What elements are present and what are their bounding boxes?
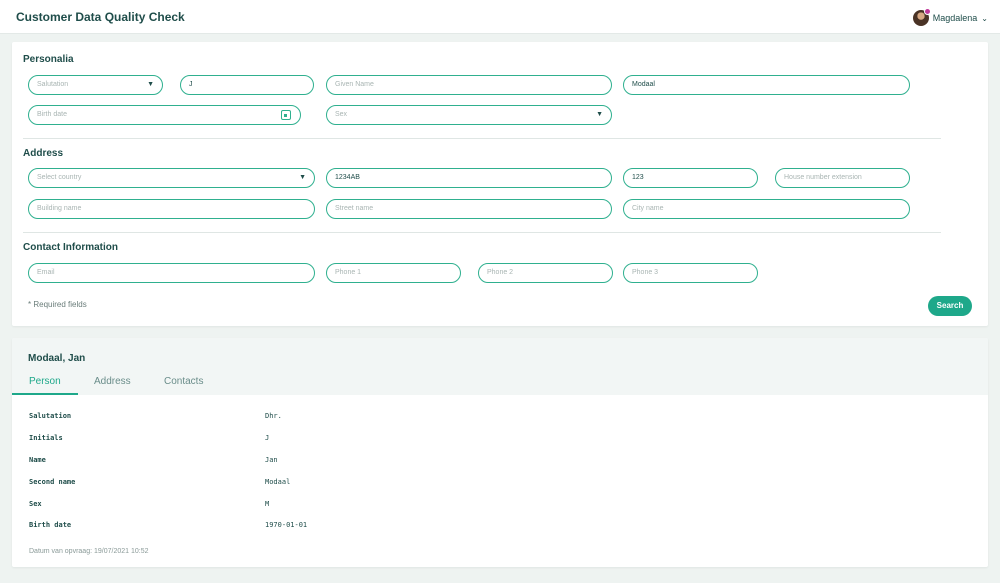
phone-2-field[interactable]: Phone 2 (478, 263, 613, 283)
house-number-extension-placeholder: House number extension (784, 174, 862, 181)
detail-label: Sex (29, 500, 42, 508)
phone-1-placeholder: Phone 1 (335, 269, 362, 276)
postcode-field[interactable]: 1234AB (326, 168, 612, 188)
phone-3-placeholder: Phone 3 (632, 269, 659, 276)
building-name-field[interactable]: Building name (28, 199, 315, 219)
detail-row-second-name: Second name Modaal (29, 478, 629, 490)
detail-value: 1970-01-01 (265, 521, 308, 529)
surname-value: Modaal (632, 81, 655, 88)
required-fields-note: * Required fields (28, 300, 87, 309)
house-number-field[interactable]: 123 (623, 168, 758, 188)
email-placeholder: Email (37, 269, 55, 276)
tab-contacts[interactable]: Contacts (164, 376, 203, 387)
tab-address[interactable]: Address (94, 376, 131, 387)
divider (23, 232, 941, 233)
user-menu[interactable]: Magdalena ⌄ (912, 8, 988, 27)
app-title: Customer Data Quality Check (16, 10, 185, 24)
given-name-field[interactable]: Given Name (326, 75, 612, 95)
birth-date-field[interactable]: Birth date (28, 105, 301, 125)
phone-3-field[interactable]: Phone 3 (623, 263, 758, 283)
detail-row-initials: Initials J (29, 434, 629, 446)
user-name[interactable]: Magdalena (933, 13, 978, 23)
house-number-extension-field[interactable]: House number extension (775, 168, 910, 188)
active-tab-indicator (12, 393, 78, 395)
detail-value: Jan (265, 456, 278, 464)
tab-person[interactable]: Person (29, 376, 61, 387)
caret-down-icon: ▼ (147, 81, 154, 88)
detail-label: Salutation (29, 412, 72, 420)
given-name-placeholder: Given Name (335, 81, 374, 88)
contact-information-title: Contact Information (23, 242, 118, 253)
customer-name: Modaal, Jan (28, 353, 86, 364)
address-title: Address (23, 148, 64, 159)
divider (23, 138, 941, 139)
caret-down-icon: ▼ (299, 174, 306, 181)
detail-row-sex: Sex M (29, 500, 629, 512)
detail-label: Initials (29, 434, 63, 442)
initials-field[interactable]: J (180, 75, 314, 95)
result-header: Modaal, Jan Person Address Contacts (12, 338, 988, 395)
surname-field[interactable]: Modaal (623, 75, 910, 95)
birth-date-placeholder: Birth date (37, 111, 67, 118)
detail-label: Birth date (29, 521, 72, 529)
phone-1-field[interactable]: Phone 1 (326, 263, 461, 283)
sex-select[interactable]: Sex ▼ (326, 105, 612, 125)
street-name-placeholder: Street name (335, 205, 374, 212)
detail-value: M (265, 500, 270, 508)
detail-value: Dhr. (265, 412, 282, 420)
salutation-select[interactable]: Salutation ▼ (28, 75, 163, 95)
city-name-placeholder: City name (632, 205, 664, 212)
building-name-placeholder: Building name (37, 205, 82, 212)
detail-label: Name (29, 456, 46, 464)
street-name-field[interactable]: Street name (326, 199, 612, 219)
personalia-title: Personalia (23, 54, 74, 65)
query-timestamp: Datum van opvraag: 19/07/2021 10:52 (29, 548, 149, 555)
house-number-value: 123 (632, 174, 644, 181)
detail-row-salutation: Salutation Dhr. (29, 412, 629, 424)
phone-2-placeholder: Phone 2 (487, 269, 514, 276)
initials-value: J (189, 81, 193, 88)
sex-placeholder: Sex (335, 111, 348, 118)
search-button[interactable]: Search (928, 296, 972, 316)
detail-value: Modaal (265, 478, 291, 486)
email-field[interactable]: Email (28, 263, 315, 283)
detail-value: J (265, 434, 270, 442)
notification-dot-icon (923, 8, 931, 15)
avatar[interactable] (912, 8, 931, 26)
country-placeholder: Select country (37, 174, 82, 181)
postcode-value: 1234AB (335, 174, 360, 181)
detail-label: Second name (29, 478, 76, 486)
chevron-down-icon[interactable]: ⌄ (981, 14, 988, 23)
search-panel: Personalia Salutation ▼ J Given Name Mod… (12, 42, 988, 326)
detail-row-birth-date: Birth date 1970-01-01 (29, 521, 629, 533)
calendar-icon[interactable] (281, 110, 291, 120)
salutation-placeholder: Salutation (37, 81, 69, 88)
result-panel: Modaal, Jan Person Address Contacts Salu… (12, 338, 988, 567)
city-name-field[interactable]: City name (623, 199, 910, 219)
detail-row-name: Name Jan (29, 456, 629, 468)
country-select[interactable]: Select country ▼ (28, 168, 315, 188)
top-bar: Customer Data Quality Check Magdalena ⌄ (0, 0, 1000, 34)
caret-down-icon: ▼ (596, 111, 603, 118)
